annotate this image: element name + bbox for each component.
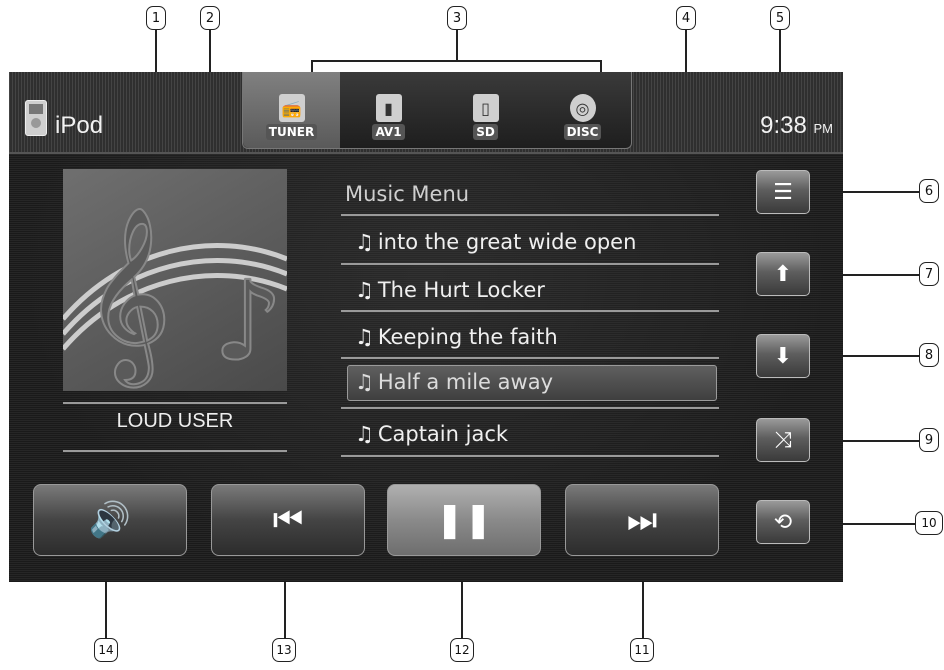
music-note-icon: ♫ bbox=[355, 278, 374, 302]
callout-9: 9 bbox=[919, 428, 939, 452]
source-label: iPod bbox=[55, 112, 104, 139]
callout-3: 3 bbox=[447, 6, 467, 30]
tab-tuner[interactable]: 📻 TUNER bbox=[243, 72, 340, 148]
tab-disc[interactable]: ◎ DISC bbox=[534, 72, 631, 148]
arrow-down-icon: ⬇ bbox=[773, 343, 793, 369]
callout-6: 6 bbox=[919, 179, 939, 203]
pause-button[interactable]: ❚❚ bbox=[387, 484, 541, 556]
repeat-button[interactable]: ⟲ bbox=[756, 500, 810, 544]
next-button[interactable]: ⏭ bbox=[565, 484, 719, 556]
list-icon: ☰ bbox=[773, 179, 793, 205]
callout-12: 12 bbox=[450, 638, 474, 662]
previous-button[interactable]: ⏮ bbox=[211, 484, 365, 556]
user-eq-label: LOUD USER bbox=[116, 410, 234, 432]
av-input-icon: ▮ bbox=[375, 94, 402, 122]
scroll-down-button[interactable]: ⬇ bbox=[756, 334, 810, 378]
callout-5: 5 bbox=[770, 6, 790, 30]
callout-7: 7 bbox=[919, 262, 939, 286]
next-icon: ⏭ bbox=[626, 500, 658, 540]
clock: 9:38 PM bbox=[760, 112, 833, 140]
list-item[interactable]: ♫ Keeping the faith bbox=[355, 325, 558, 349]
callout-11: 11 bbox=[630, 638, 654, 662]
list-button[interactable]: ☰ bbox=[756, 170, 810, 214]
svg-text:♪: ♪ bbox=[213, 257, 283, 385]
list-item[interactable]: ♫ The Hurt Locker bbox=[355, 278, 545, 302]
music-note-art-icon: 𝄞 ♪ bbox=[61, 205, 288, 389]
callout-1: 1 bbox=[146, 6, 166, 30]
arrow-up-icon: ⬆ bbox=[773, 261, 793, 287]
callout-4: 4 bbox=[676, 6, 696, 30]
callout-10: 10 bbox=[915, 511, 943, 535]
svg-text:𝄞: 𝄞 bbox=[83, 206, 172, 388]
tab-sd[interactable]: ▯ SD bbox=[437, 72, 534, 148]
list-item[interactable]: ♫ into the great wide open bbox=[355, 230, 636, 254]
list-item[interactable]: ♫ Captain jack bbox=[355, 422, 508, 446]
repeat-icon: ⟲ bbox=[773, 509, 793, 535]
volume-button[interactable]: 🔊 bbox=[33, 484, 187, 556]
callout-14: 14 bbox=[94, 638, 118, 662]
shuffle-button[interactable]: ⤨ bbox=[756, 418, 810, 462]
previous-icon: ⏮ bbox=[272, 500, 304, 540]
callout-13: 13 bbox=[272, 638, 296, 662]
source-tabs: 📻 TUNER ▮ AV1 ▯ SD ◎ DISC bbox=[242, 72, 632, 149]
scroll-up-button[interactable]: ⬆ bbox=[756, 252, 810, 296]
album-art: 𝄞 ♪ bbox=[61, 169, 288, 391]
callout-2: 2 bbox=[200, 6, 220, 30]
music-note-icon: ♫ bbox=[355, 370, 374, 394]
radio-icon: 📻 bbox=[278, 94, 305, 122]
volume-icon: 🔊 bbox=[88, 500, 132, 540]
shuffle-icon: ⤨ bbox=[774, 427, 792, 453]
music-note-icon: ♫ bbox=[355, 230, 374, 254]
disc-icon: ◎ bbox=[569, 94, 596, 122]
music-note-icon: ♫ bbox=[355, 325, 374, 349]
clock-time: 9:38 bbox=[760, 112, 807, 139]
music-note-icon: ♫ bbox=[355, 422, 374, 446]
clock-ampm: PM bbox=[813, 121, 834, 136]
tab-av1[interactable]: ▮ AV1 bbox=[340, 72, 437, 148]
callout-8: 8 bbox=[919, 343, 939, 367]
ipod-icon bbox=[25, 100, 47, 136]
sd-card-icon: ▯ bbox=[472, 94, 499, 122]
list-item-selected[interactable]: ♫ Half a mile away bbox=[355, 370, 553, 394]
pause-icon: ❚❚ bbox=[435, 500, 493, 540]
head-unit-screen: iPod 📻 TUNER ▮ AV1 ▯ SD ◎ DISC 9:38 PM 𝄞… bbox=[9, 72, 843, 582]
music-menu-title: Music Menu bbox=[345, 182, 470, 206]
